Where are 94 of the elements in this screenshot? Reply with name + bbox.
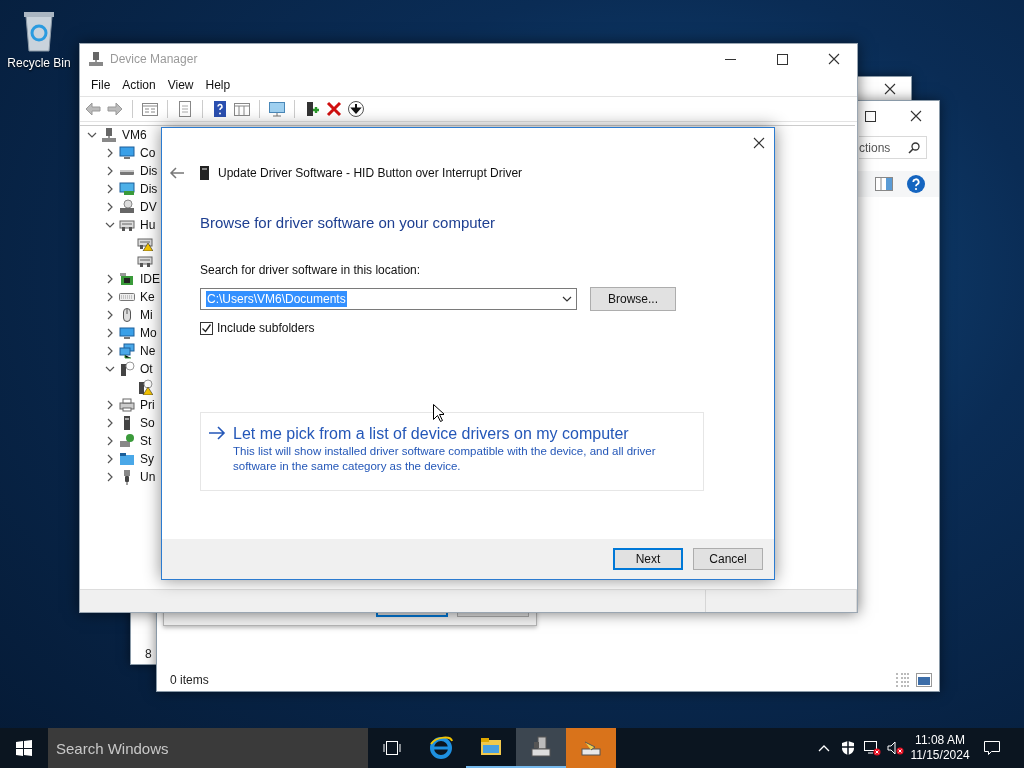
search-placeholder: Search Windows: [56, 739, 169, 757]
clock-time[interactable]: 11:08 AM: [915, 733, 965, 748]
tree-item[interactable]: VM6: [122, 128, 147, 142]
menu-item[interactable]: Help: [199, 78, 237, 92]
chevron-down-icon[interactable]: [562, 296, 572, 302]
option-panel[interactable]: Let me pick from a list of device drivers on my computer This list will show installed driver software compatible with the device, and all driver software in the same category as the device.: [200, 412, 704, 491]
tree-item[interactable]: Un: [140, 470, 156, 484]
search-icon[interactable]: [908, 141, 920, 154]
tree-item[interactable]: Sy: [140, 452, 154, 466]
browser-icon: [429, 736, 453, 760]
dialog-button[interactable]: Cancel: [693, 548, 763, 570]
help-icon[interactable]: [211, 100, 229, 118]
tree-item[interactable]: Ot: [140, 362, 153, 376]
maximize-icon[interactable]: [776, 53, 788, 65]
status-text: 8: [145, 647, 152, 661]
tree-item[interactable]: Ne: [140, 344, 156, 358]
tree-item[interactable]: Co: [140, 146, 156, 160]
back-arrow-icon[interactable]: [169, 167, 185, 179]
monitor-icon[interactable]: [119, 325, 135, 341]
large-icons-view-icon[interactable]: [916, 673, 932, 687]
tree-item[interactable]: Dis: [140, 182, 158, 196]
close-icon[interactable]: [753, 137, 765, 149]
tree-item[interactable]: Dis: [140, 164, 158, 178]
monitor-icon[interactable]: [268, 100, 286, 118]
input-device-warning-icon[interactable]: [137, 235, 153, 251]
preview-pane-icon[interactable]: [875, 177, 893, 191]
checkbox[interactable]: [200, 321, 213, 335]
tree-item[interactable]: So: [140, 416, 155, 430]
storage-icon[interactable]: [119, 433, 135, 449]
field-label: Search for driver software in this location:: [200, 262, 421, 278]
dialog-button[interactable]: Next: [613, 548, 683, 570]
computer-icon[interactable]: [101, 127, 117, 143]
tree-item[interactable]: DV: [140, 200, 157, 214]
monitor-icon[interactable]: [119, 145, 135, 161]
tree-item[interactable]: Mo: [140, 326, 157, 340]
chevron-up-icon[interactable]: [818, 744, 830, 752]
shield-icon[interactable]: [841, 740, 855, 756]
unknown-device-icon[interactable]: [119, 361, 135, 377]
input-device-icon[interactable]: [137, 253, 153, 269]
search-placeholder: ctions: [859, 140, 891, 155]
device-manager-icon: [88, 51, 104, 67]
cursor-icon: [433, 404, 444, 422]
search-field[interactable]: ctions: [859, 136, 927, 159]
maximize-icon[interactable]: [864, 110, 876, 122]
status-text: 0 items: [170, 673, 209, 687]
document-icon[interactable]: [176, 100, 194, 118]
controller-card-icon[interactable]: [119, 271, 135, 287]
help-icon[interactable]: [907, 175, 925, 193]
unknown-device-warning-icon[interactable]: [137, 379, 153, 395]
notification-icon[interactable]: [983, 740, 1001, 756]
forward-arrow-icon[interactable]: [106, 100, 124, 118]
menu-item[interactable]: Action: [116, 78, 162, 92]
delete-icon[interactable]: [325, 100, 343, 118]
dialog-title: Update Driver Software - HID Button over Interrupt Driver: [218, 166, 523, 180]
menu-item[interactable]: View: [161, 78, 200, 92]
input-device-icon[interactable]: [119, 217, 135, 233]
icon-label[interactable]: Recycle Bin: [7, 56, 71, 70]
properties-icon[interactable]: [141, 100, 159, 118]
network-error-icon[interactable]: [863, 740, 881, 756]
option-title[interactable]: Let me pick from a list of device drivers on my computer: [233, 424, 698, 444]
disc-drive-icon[interactable]: [119, 199, 135, 215]
tree-item[interactable]: Pri: [140, 398, 155, 412]
dialog-button[interactable]: [376, 613, 448, 617]
folder-icon[interactable]: [119, 451, 135, 467]
path-text: C:\Users\VM6\Documents: [206, 291, 347, 307]
tree-item[interactable]: Hu: [140, 218, 156, 232]
task-view-icon[interactable]: [383, 741, 401, 755]
tree-item[interactable]: Ke: [140, 290, 155, 304]
device-icon: [200, 166, 209, 180]
tree-item[interactable]: IDE: [140, 272, 160, 286]
grid-window-icon[interactable]: [233, 100, 251, 118]
close-icon[interactable]: [910, 110, 922, 122]
browse-button[interactable]: Browse...: [590, 287, 676, 311]
display-icon[interactable]: [119, 181, 135, 197]
close-icon[interactable]: [884, 83, 896, 95]
taskbar-button[interactable]: [516, 728, 566, 768]
menu-item[interactable]: File: [85, 78, 117, 92]
window-title: Device Manager: [110, 52, 199, 66]
dialog-heading: Browse for driver software on your computer: [200, 213, 496, 233]
speaker-muted-icon[interactable]: [887, 740, 905, 756]
start-icon[interactable]: [16, 740, 32, 756]
clock-date[interactable]: 11/15/2024: [910, 748, 970, 763]
tree-item[interactable]: St: [140, 434, 152, 448]
checkbox-label[interactable]: Include subfolders: [217, 321, 315, 335]
search-field[interactable]: Search Windows: [48, 728, 368, 768]
back-arrow-icon[interactable]: [84, 100, 102, 118]
device-manager-icon: [529, 735, 553, 759]
download-icon[interactable]: [347, 100, 365, 118]
close-icon[interactable]: [828, 53, 840, 65]
option-description: This list will show installed driver software compatible with the device, and all driver software in the same category as the device.: [233, 444, 657, 474]
arrow-right-icon: [208, 426, 226, 440]
network-icon[interactable]: [119, 343, 135, 359]
tree-item[interactable]: Mi: [140, 308, 153, 322]
printer-icon[interactable]: [119, 397, 135, 413]
